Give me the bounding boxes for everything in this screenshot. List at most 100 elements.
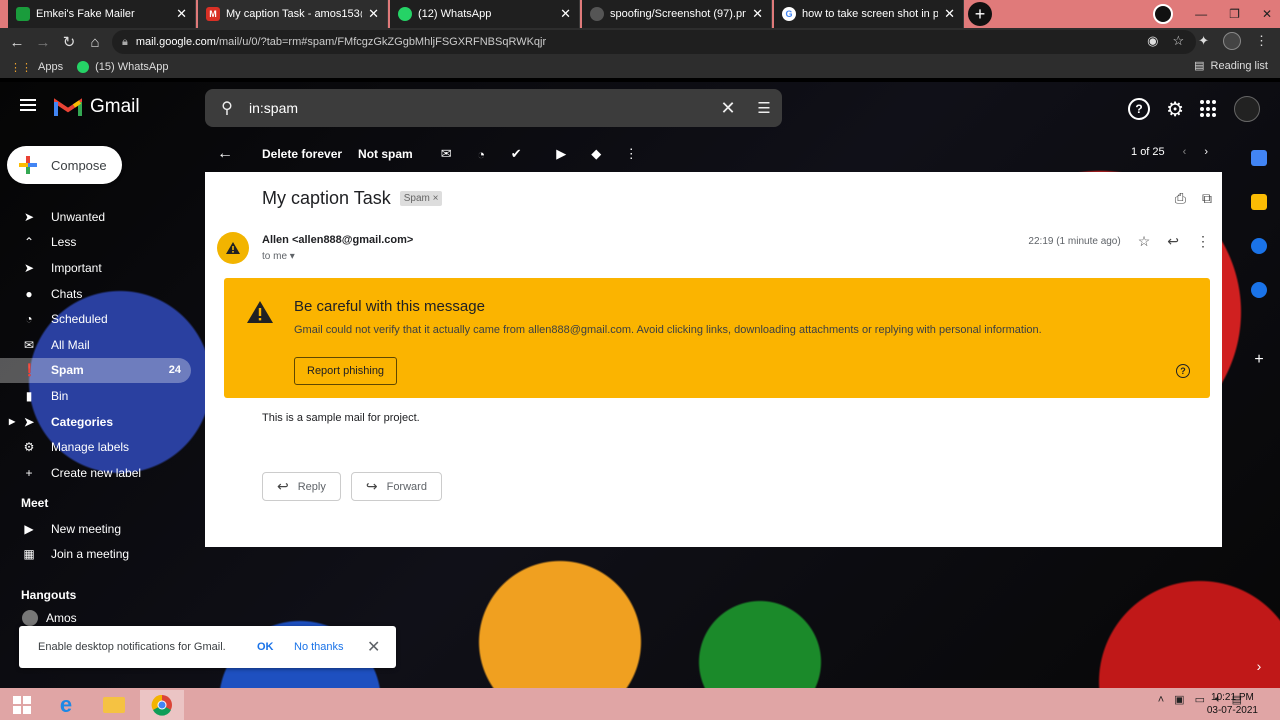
taskbar-edge[interactable]: e	[44, 690, 88, 720]
add-to-tasks-icon[interactable]: ✔	[499, 146, 534, 162]
taskbar-chrome[interactable]	[140, 690, 184, 720]
remove-label-icon[interactable]: ×	[433, 193, 439, 204]
browser-tab-active[interactable]: M My caption Task - amos153@gm ✕	[198, 0, 388, 28]
tasks-icon[interactable]	[1251, 238, 1267, 254]
notification-no-thanks-button[interactable]: No thanks	[294, 641, 344, 653]
sidebar-item-create-label[interactable]: + Create new label	[0, 460, 198, 486]
sidebar-item-manage-labels[interactable]: ⚙ Manage labels	[0, 434, 198, 460]
tab-close-icon[interactable]: ✕	[944, 6, 955, 22]
restore-icon[interactable]: ❐	[1229, 7, 1240, 21]
bookmark-apps[interactable]: ⋮⋮ Apps	[10, 61, 63, 74]
extensions-icon[interactable]: ✦	[1198, 33, 1209, 49]
browser-tab[interactable]: Emkei's Fake Mailer ✕	[8, 0, 196, 28]
battery-icon[interactable]: ▭	[1195, 693, 1205, 706]
start-button[interactable]	[0, 690, 44, 720]
search-icon[interactable]: ⚲	[205, 98, 249, 118]
dropdown-caret-icon[interactable]: ▾	[290, 251, 295, 262]
close-window-icon[interactable]: ✕	[1262, 7, 1272, 21]
profile-icon[interactable]	[1153, 4, 1174, 24]
sidebar-item-categories[interactable]: ▶ ➤ Categories	[0, 409, 198, 435]
recipient-details[interactable]: to me ▾	[262, 251, 295, 262]
spam-label-chip[interactable]: Spam ×	[399, 191, 443, 206]
report-phishing-button[interactable]: Report phishing	[294, 357, 398, 385]
sender-name[interactable]: Allen <allen888@gmail.com>	[262, 234, 413, 246]
taskbar-explorer[interactable]	[92, 690, 136, 720]
expand-caret-icon[interactable]: ▶	[9, 417, 15, 426]
browser-tab[interactable]: G how to take screen shot in pc - G ✕	[774, 0, 964, 28]
new-tab-icon[interactable]: +	[968, 2, 992, 26]
apps-grid-icon[interactable]	[1200, 100, 1218, 118]
clear-search-icon[interactable]: ✕	[710, 98, 746, 119]
keyboard-icon: ▦	[23, 547, 35, 562]
delete-forever-button[interactable]: Delete forever	[262, 147, 342, 161]
calendar-icon[interactable]	[1251, 150, 1267, 166]
not-spam-button[interactable]: Not spam	[358, 147, 413, 161]
sidebar-item-unwanted[interactable]: ➤ Unwanted	[0, 204, 198, 230]
hangouts-user[interactable]: Amos	[0, 608, 198, 628]
main-menu-icon[interactable]	[20, 99, 36, 111]
minimize-icon[interactable]: —	[1195, 7, 1207, 21]
more-vert-icon[interactable]: ⋮	[1196, 233, 1210, 250]
new-meeting-link[interactable]: ▶ New meeting	[0, 516, 198, 542]
open-new-window-icon[interactable]: ⧉	[1202, 190, 1212, 207]
help-icon[interactable]: ?	[1128, 98, 1151, 120]
bookmark-star-icon[interactable]: ☆	[1172, 33, 1184, 49]
notification-close-icon[interactable]: ✕	[367, 637, 380, 657]
expand-panel-chevron-icon[interactable]: ›	[1251, 658, 1267, 674]
network-icon[interactable]: ▣	[1174, 693, 1184, 706]
notification-ok-button[interactable]: OK	[257, 641, 274, 653]
sidebar-item-less[interactable]: ⌃ Less	[0, 230, 198, 256]
label-tag-icon[interactable]: ◆	[579, 146, 614, 162]
more-options-icon[interactable]: ⋮	[614, 146, 649, 162]
help-question-icon[interactable]: ?	[1176, 364, 1190, 378]
tab-close-icon[interactable]: ✕	[368, 6, 379, 22]
forward-button[interactable]: ↪ Forward	[350, 472, 442, 501]
sidebar-item-important[interactable]: ➤ Important	[0, 255, 198, 281]
reading-list[interactable]: ▤ Reading list	[1194, 59, 1268, 73]
eye-icon[interactable]: ◉	[1147, 33, 1158, 49]
sidebar-item-bin[interactable]: ▮ Bin	[0, 383, 198, 409]
sidebar-item-all-mail[interactable]: ✉ All Mail	[0, 332, 198, 358]
account-avatar[interactable]	[1234, 96, 1260, 122]
add-addon-icon[interactable]: +	[1251, 352, 1267, 368]
reload-icon[interactable]: ↻	[56, 33, 82, 51]
bookmark-whatsapp[interactable]: (15) WhatsApp	[77, 61, 168, 73]
side-panel: + ›	[1237, 138, 1280, 688]
tray-expand-icon[interactable]: ˄	[1158, 694, 1164, 706]
mark-unread-icon[interactable]: ✉	[429, 146, 464, 162]
back-to-list-icon[interactable]: ←	[205, 145, 245, 163]
browser-tab[interactable]: (12) WhatsApp ✕	[390, 0, 580, 28]
menu-icon[interactable]: ⋮	[1255, 33, 1268, 49]
browser-tab[interactable]: spoofing/Screenshot (97).png at ✕	[582, 0, 772, 28]
snooze-clock-icon[interactable]: ◔	[464, 147, 499, 162]
contacts-icon[interactable]	[1251, 282, 1267, 298]
tab-close-icon[interactable]: ✕	[560, 6, 571, 22]
reply-button[interactable]: ↩ Reply	[262, 472, 341, 501]
settings-gear-icon[interactable]: ⚙	[1166, 97, 1184, 122]
star-icon[interactable]: ☆	[1138, 233, 1151, 250]
reply-icon[interactable]: ↩	[1167, 233, 1179, 250]
newer-chevron-icon[interactable]: ‹	[1183, 146, 1187, 158]
forward-icon[interactable]: →	[30, 34, 56, 51]
sidebar-item-chats[interactable]: ● Chats	[0, 281, 198, 307]
search-input[interactable]: in:spam	[249, 100, 710, 116]
sidebar-item-scheduled[interactable]: ◔ Scheduled	[0, 306, 198, 332]
back-icon[interactable]: ←	[4, 34, 30, 51]
move-to-folder-icon[interactable]: ▶	[544, 146, 579, 162]
url-field[interactable]: 🔒︎ mail.google.com /mail/u/0/?tab=rm#spa…	[112, 30, 1196, 54]
older-chevron-icon[interactable]: ›	[1204, 146, 1208, 158]
profile-avatar[interactable]	[1223, 32, 1241, 50]
search-options-icon[interactable]: ☰	[746, 99, 782, 117]
home-icon[interactable]: ⌂	[82, 34, 108, 51]
tab-close-icon[interactable]: ✕	[176, 6, 187, 22]
gmail-logo[interactable]: Gmail	[54, 96, 140, 118]
taskbar-clock[interactable]: 10:21 PM 03-07-2021	[1207, 691, 1258, 717]
print-icon[interactable]: ⎙	[1175, 190, 1186, 207]
meet-item-label: New meeting	[51, 521, 122, 536]
sidebar-item-spam[interactable]: ❗ Spam 24	[0, 357, 191, 384]
tab-close-icon[interactable]: ✕	[752, 6, 763, 22]
compose-button[interactable]: Compose	[7, 146, 122, 184]
keep-icon[interactable]	[1251, 194, 1267, 210]
join-meeting-link[interactable]: ▦ Join a meeting	[0, 542, 198, 568]
search-bar[interactable]: ⚲ in:spam ✕ ☰	[205, 89, 782, 127]
